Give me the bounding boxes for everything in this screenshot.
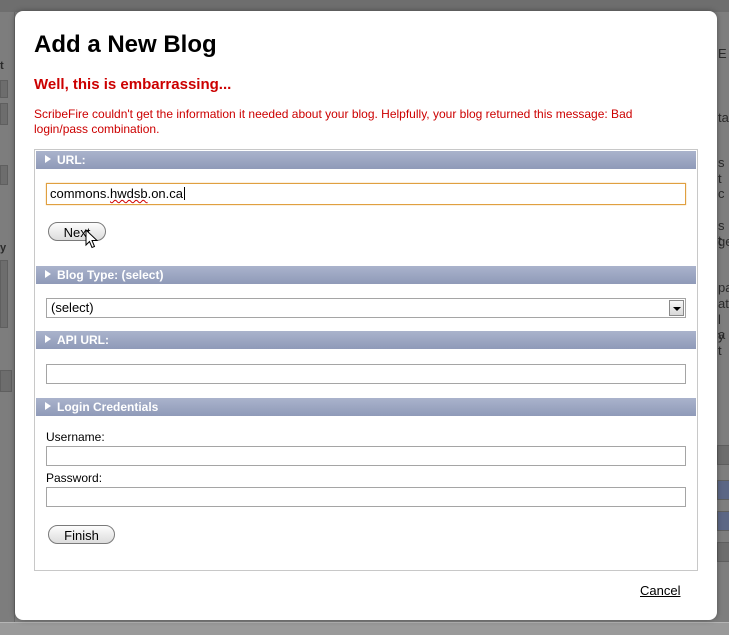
background-statusbar — [0, 622, 729, 635]
blog-settings-panel: URL: commons.hwdsb.on.ca Next Blog Type:… — [34, 149, 698, 571]
background-box — [0, 103, 8, 125]
blog-type-section-header[interactable]: Blog Type: (select) — [36, 266, 696, 284]
background-box — [0, 260, 8, 328]
background-box — [717, 542, 729, 562]
url-input-value: commons.hwdsb.on.ca — [50, 186, 184, 201]
dialog-title: Add a New Blog — [34, 31, 217, 58]
background-text: E — [718, 46, 727, 61]
login-section-label: Login Credentials — [57, 400, 159, 414]
login-section-header[interactable]: Login Credentials — [36, 398, 696, 416]
background-text: ta — [718, 110, 729, 125]
api-url-section-label: API URL: — [57, 333, 109, 347]
url-segment: hwdsb — [109, 186, 148, 201]
background-box — [0, 80, 8, 98]
text-caret — [184, 187, 186, 200]
blog-type-section-label: Blog Type: (select) — [57, 268, 164, 282]
blog-type-selected: (select) — [51, 300, 94, 315]
background-text: t — [0, 60, 4, 72]
error-message: ScribeFire couldn't get the information … — [34, 107, 633, 136]
url-section-label: URL: — [57, 153, 86, 167]
expand-triangle-icon — [45, 270, 51, 278]
background-box — [717, 511, 729, 531]
url-segment: on — [151, 186, 166, 201]
url-segment: ca — [169, 186, 184, 201]
expand-triangle-icon — [45, 335, 51, 343]
background-box — [0, 370, 12, 392]
background-box — [717, 480, 729, 500]
url-input[interactable]: commons.hwdsb.on.ca — [46, 183, 686, 205]
finish-button[interactable]: Finish — [48, 525, 115, 544]
api-url-section-header[interactable]: API URL: — [36, 331, 696, 349]
dropdown-arrow-icon[interactable] — [669, 300, 684, 316]
add-blog-dialog: Add a New Blog Well, this is embarrassin… — [15, 11, 717, 620]
background-text: pa — [718, 280, 729, 295]
url-input-text: commons.hwdsb.on.ca — [50, 186, 183, 201]
background-text: ge — [718, 234, 729, 249]
background-text: y t — [718, 328, 725, 358]
api-url-input[interactable] — [46, 364, 686, 384]
password-input[interactable] — [46, 487, 686, 507]
error-title: Well, this is embarrassing... — [34, 76, 232, 93]
cancel-link[interactable]: Cancel — [640, 583, 680, 598]
background-text: y — [0, 242, 7, 254]
background-text: s — [718, 155, 725, 170]
username-label: Username: — [46, 430, 105, 444]
url-section-header[interactable]: URL: — [36, 151, 696, 169]
background-text: t c — [718, 171, 725, 201]
url-segment: commons — [50, 186, 107, 201]
mouse-pointer-icon — [85, 229, 99, 249]
expand-triangle-icon — [45, 155, 51, 163]
background-box — [0, 165, 8, 185]
username-input[interactable] — [46, 446, 686, 466]
background-box — [717, 445, 729, 465]
password-label: Password: — [46, 471, 103, 485]
expand-triangle-icon — [45, 402, 51, 410]
blog-type-select[interactable]: (select) — [46, 298, 686, 318]
background-text: at — [718, 296, 729, 311]
